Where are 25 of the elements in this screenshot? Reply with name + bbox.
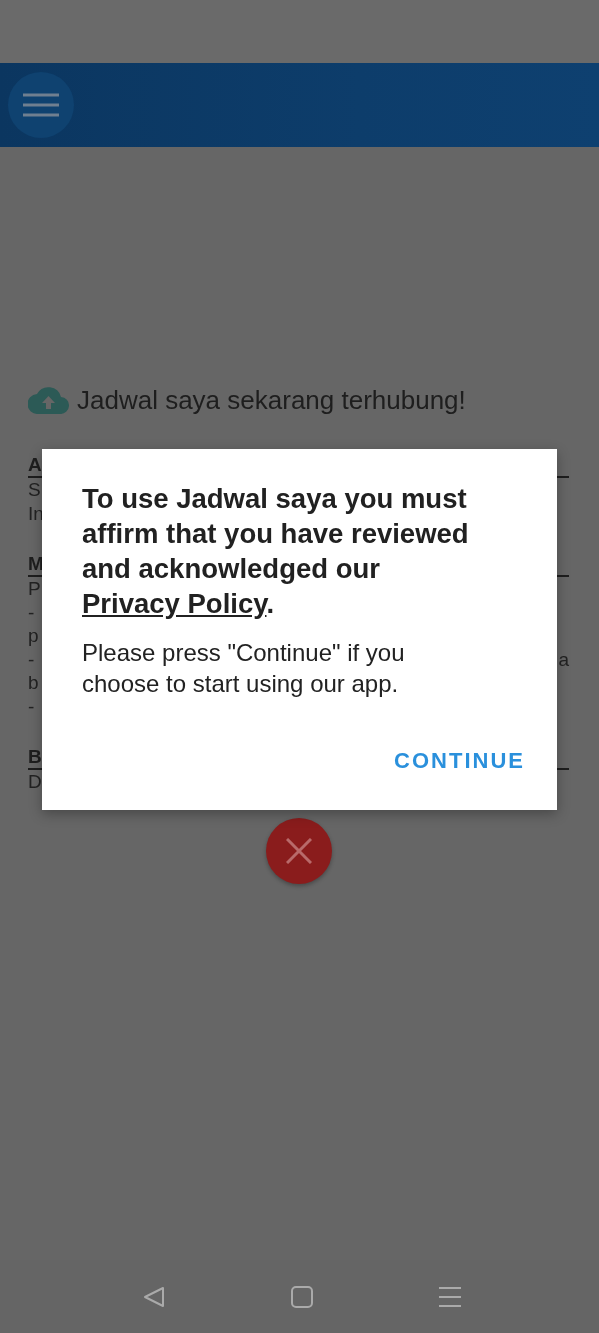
- body-text: D: [28, 770, 42, 794]
- menu-icon: [23, 93, 59, 117]
- section-heading: B: [28, 746, 42, 767]
- recents-button[interactable]: [439, 1285, 461, 1308]
- section-heading: A: [28, 454, 42, 475]
- dialog-title: To use Jadwal saya you must affirm that you have reviewed and acknowledged our Privacy Policy.: [82, 482, 470, 621]
- body-text: -: [28, 647, 35, 671]
- status-message: Jadwal saya sekarang terhubung!: [77, 385, 466, 416]
- back-button[interactable]: [143, 1285, 165, 1308]
- close-icon: [285, 837, 312, 864]
- menu-icon: [439, 1285, 461, 1308]
- body-text: b: [28, 671, 39, 695]
- body-text: a: [558, 647, 569, 671]
- body-text: -: [28, 600, 35, 624]
- privacy-policy-link[interactable]: Privacy Policy: [82, 588, 267, 619]
- home-icon: [291, 1285, 313, 1308]
- body-text: -: [28, 694, 35, 718]
- back-icon: [143, 1285, 165, 1308]
- body-text: p: [28, 624, 39, 648]
- body-text: S: [28, 478, 41, 502]
- close-button[interactable]: [265, 817, 332, 884]
- dialog-message: Please press "Continue" if you choose to start using our app.: [82, 638, 406, 699]
- home-button[interactable]: [291, 1285, 313, 1308]
- cloud-upload-icon: [28, 387, 69, 414]
- body-text: P: [28, 577, 41, 601]
